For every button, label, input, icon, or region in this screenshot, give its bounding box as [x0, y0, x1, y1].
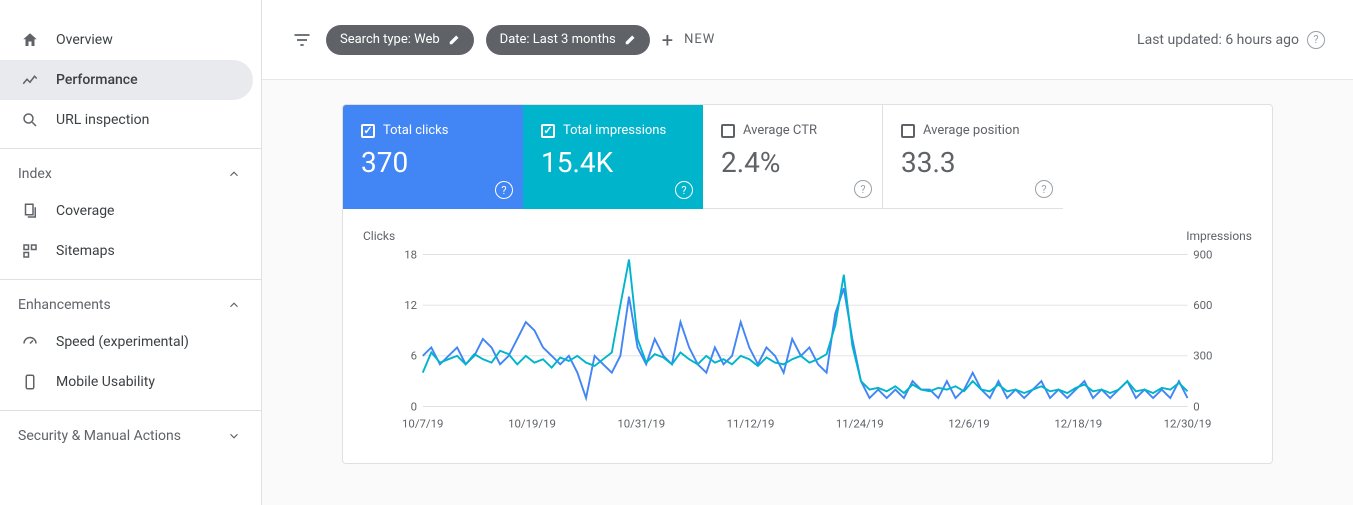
speed-icon: [18, 330, 42, 354]
svg-text:11/24/19: 11/24/19: [836, 416, 884, 430]
chip-date[interactable]: Date: Last 3 months: [486, 25, 650, 55]
tile-label: Average CTR: [743, 123, 817, 138]
svg-text:10/31/19: 10/31/19: [617, 416, 665, 430]
section-index[interactable]: Index: [0, 148, 261, 191]
section-title: Security & Manual Actions: [18, 428, 181, 444]
svg-text:600: 600: [1193, 298, 1212, 312]
metric-tiles: Total clicks 370 ? Total impressions 15.…: [343, 105, 1272, 209]
nav-speed[interactable]: Speed (experimental): [0, 322, 261, 362]
filter-icon[interactable]: [290, 28, 314, 52]
nav-mobile-usability[interactable]: Mobile Usability: [0, 362, 261, 402]
new-label: NEW: [684, 32, 715, 47]
tile-total-impressions[interactable]: Total impressions 15.4K ?: [523, 105, 703, 209]
tile-value: 370: [361, 146, 507, 179]
section-enhancements[interactable]: Enhancements: [0, 279, 261, 322]
svg-text:12/18/19: 12/18/19: [1054, 416, 1102, 430]
section-title: Enhancements: [18, 297, 111, 313]
nav-label: Sitemaps: [56, 243, 115, 259]
main-content: Search type: Web Date: Last 3 months + N…: [262, 0, 1353, 505]
chip-search-type[interactable]: Search type: Web: [326, 25, 474, 55]
nav-label: Mobile Usability: [56, 374, 155, 390]
svg-text:12/6/19: 12/6/19: [948, 416, 989, 430]
search-icon: [18, 108, 42, 132]
svg-text:0: 0: [411, 399, 417, 413]
pages-icon: [18, 199, 42, 223]
svg-text:12: 12: [404, 298, 417, 312]
phone-icon: [18, 370, 42, 394]
tile-average-ctr[interactable]: Average CTR 2.4% ?: [703, 105, 883, 209]
svg-text:300: 300: [1193, 349, 1212, 363]
chevron-up-icon: [225, 165, 243, 183]
tile-value: 33.3: [901, 146, 1047, 179]
left-axis-label: Clicks: [363, 229, 395, 243]
edit-icon: [448, 32, 464, 48]
help-icon[interactable]: ?: [854, 180, 872, 198]
svg-text:12/30/19: 12/30/19: [1164, 416, 1212, 430]
filter-bar: Search type: Web Date: Last 3 months + N…: [262, 0, 1353, 80]
svg-text:10/19/19: 10/19/19: [508, 416, 556, 430]
nav-label: Speed (experimental): [56, 334, 189, 350]
nav-label: Overview: [56, 32, 113, 48]
nav-url-inspection[interactable]: URL inspection: [0, 100, 261, 140]
nav-coverage[interactable]: Coverage: [0, 191, 261, 231]
help-icon[interactable]: ?: [675, 181, 693, 199]
last-updated: Last updated: 6 hours ago ?: [1137, 31, 1325, 49]
chart-area: Clicks Impressions 18 900 12 600 6 300 0 0 10/7/…: [343, 209, 1272, 463]
plus-icon: +: [662, 30, 674, 50]
checkbox-icon: [541, 124, 555, 138]
svg-text:11/12/19: 11/12/19: [727, 416, 775, 430]
help-icon[interactable]: ?: [1307, 31, 1325, 49]
tile-label: Total clicks: [383, 123, 448, 138]
nav-overview[interactable]: Overview: [0, 20, 261, 60]
nav-label: Performance: [56, 72, 138, 88]
tile-value: 15.4K: [541, 146, 687, 179]
checkbox-icon: [721, 124, 735, 138]
home-icon: [18, 28, 42, 52]
svg-text:10/7/19: 10/7/19: [402, 416, 443, 430]
right-axis-label: Impressions: [1186, 229, 1252, 243]
last-updated-text: Last updated: 6 hours ago: [1137, 32, 1299, 48]
performance-chart: 18 900 12 600 6 300 0 0 10/7/19 10/19/19 10/31/19 1…: [363, 245, 1252, 435]
tile-average-position[interactable]: Average position 33.3 ?: [883, 105, 1063, 209]
nav-sitemaps[interactable]: Sitemaps: [0, 231, 261, 271]
chip-label: Search type: Web: [340, 32, 440, 47]
edit-icon: [624, 32, 640, 48]
chip-label: Date: Last 3 months: [500, 32, 616, 47]
nav-performance[interactable]: Performance: [0, 60, 253, 100]
svg-text:0: 0: [1193, 399, 1199, 413]
checkbox-icon: [901, 124, 915, 138]
performance-card: Total clicks 370 ? Total impressions 15.…: [342, 104, 1273, 464]
tile-total-clicks[interactable]: Total clicks 370 ?: [343, 105, 523, 209]
chevron-down-icon: [225, 427, 243, 445]
chevron-up-icon: [225, 296, 243, 314]
sidebar: Overview Performance URL inspection Inde…: [0, 0, 262, 505]
checkbox-icon: [361, 124, 375, 138]
help-icon[interactable]: ?: [495, 181, 513, 199]
help-icon[interactable]: ?: [1035, 180, 1053, 198]
nav-label: Coverage: [56, 203, 114, 219]
nav-label: URL inspection: [56, 112, 149, 128]
svg-text:6: 6: [411, 349, 417, 363]
section-security[interactable]: Security & Manual Actions: [0, 410, 261, 453]
section-title: Index: [18, 166, 52, 182]
add-filter-button[interactable]: + NEW: [662, 30, 716, 50]
sitemap-icon: [18, 239, 42, 263]
svg-text:18: 18: [404, 247, 417, 261]
tile-label: Total impressions: [563, 123, 666, 138]
tile-label: Average position: [923, 123, 1020, 138]
svg-text:900: 900: [1193, 247, 1212, 261]
tile-value: 2.4%: [721, 146, 866, 179]
trend-icon: [18, 68, 42, 92]
